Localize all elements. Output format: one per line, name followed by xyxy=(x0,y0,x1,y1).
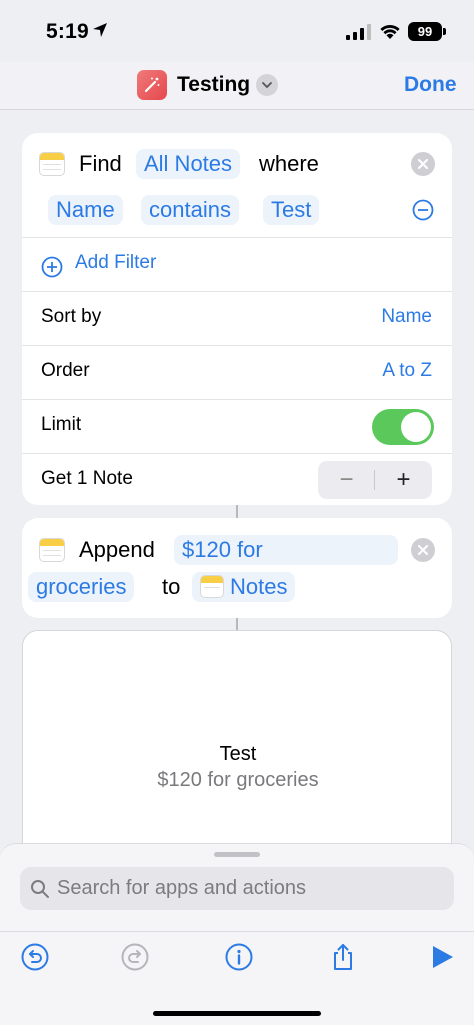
decrement-button[interactable]: − xyxy=(318,461,375,499)
redo-icon[interactable] xyxy=(120,942,150,972)
action-search-sheet: Search for apps and actions xyxy=(0,843,474,1025)
done-button[interactable]: Done xyxy=(404,73,457,97)
share-icon[interactable] xyxy=(328,942,358,972)
order-value[interactable]: A to Z xyxy=(382,360,432,382)
close-icon xyxy=(418,159,428,169)
search-input[interactable]: Search for apps and actions xyxy=(20,867,454,910)
status-time: 5:19 xyxy=(46,20,89,43)
status-bar: 5:19 99 xyxy=(0,0,474,62)
shortcut-title[interactable]: Testing xyxy=(177,73,250,97)
close-icon xyxy=(418,545,428,555)
chevron-down-icon xyxy=(262,82,272,89)
battery-tip xyxy=(443,28,446,35)
sheet-grabber[interactable] xyxy=(214,852,260,857)
info-icon[interactable] xyxy=(224,942,254,972)
target-note-label: Notes xyxy=(230,574,288,599)
search-icon xyxy=(31,880,49,898)
battery-icon: 99 xyxy=(408,22,442,41)
limit-row: Limit xyxy=(22,399,452,453)
sort-by-value[interactable]: Name xyxy=(381,306,432,328)
navigation-bar: Testing Done xyxy=(0,62,474,110)
action-connector xyxy=(236,505,238,518)
filter-operator-token[interactable]: contains xyxy=(141,195,239,225)
add-circle-icon xyxy=(41,256,63,278)
count-stepper: − + xyxy=(318,461,432,499)
preview-title: Test xyxy=(219,743,257,765)
filter-value-token[interactable]: Test xyxy=(263,195,320,225)
magic-wand-icon xyxy=(144,77,160,93)
wifi-icon xyxy=(380,24,400,39)
filter-field-token[interactable]: Name xyxy=(48,195,123,225)
append-text-token-continued[interactable]: groceries xyxy=(28,572,135,602)
notes-app-icon xyxy=(39,538,65,562)
limit-label: Limit xyxy=(41,414,82,435)
shortcut-app-icon[interactable] xyxy=(137,70,167,100)
preview-subtitle: $120 for groceries xyxy=(157,769,319,791)
notes-app-icon xyxy=(200,575,224,598)
to-label: to xyxy=(162,574,181,599)
append-text-token[interactable]: $120 for xyxy=(174,535,398,565)
location-arrow-icon xyxy=(93,23,107,37)
get-count-row: Get 1 Note − + xyxy=(22,453,452,507)
find-notes-action: Find All Notes where Name contains Test … xyxy=(22,133,452,505)
notes-app-icon xyxy=(39,152,65,176)
find-label: Find xyxy=(79,151,122,176)
home-indicator xyxy=(153,1011,321,1016)
title-menu-button[interactable] xyxy=(256,74,278,96)
target-note-token[interactable]: Notes xyxy=(192,572,296,602)
undo-icon[interactable] xyxy=(20,942,50,972)
add-filter-row[interactable]: Add Filter xyxy=(22,237,452,291)
play-icon[interactable] xyxy=(428,942,458,972)
get-count-label: Get 1 Note xyxy=(41,468,133,489)
append-note-action: Append $120 for groceries to Notes xyxy=(22,518,452,618)
source-token[interactable]: All Notes xyxy=(136,149,241,179)
append-label: Append xyxy=(79,537,155,562)
order-label: Order xyxy=(41,360,90,381)
remove-filter-icon[interactable] xyxy=(412,199,434,221)
search-placeholder: Search for apps and actions xyxy=(57,877,307,899)
remove-action-button[interactable] xyxy=(411,152,435,176)
sort-by-label: Sort by xyxy=(41,306,102,327)
order-row[interactable]: Order A to Z xyxy=(22,345,452,399)
sort-by-row[interactable]: Sort by Name xyxy=(22,291,452,345)
action-connector xyxy=(236,618,238,630)
increment-button[interactable]: + xyxy=(375,461,432,499)
limit-toggle[interactable] xyxy=(372,409,434,445)
cellular-signal-icon xyxy=(346,24,371,40)
add-filter-label: Add Filter xyxy=(75,252,157,273)
remove-action-button[interactable] xyxy=(411,538,435,562)
where-label: where xyxy=(259,151,319,176)
